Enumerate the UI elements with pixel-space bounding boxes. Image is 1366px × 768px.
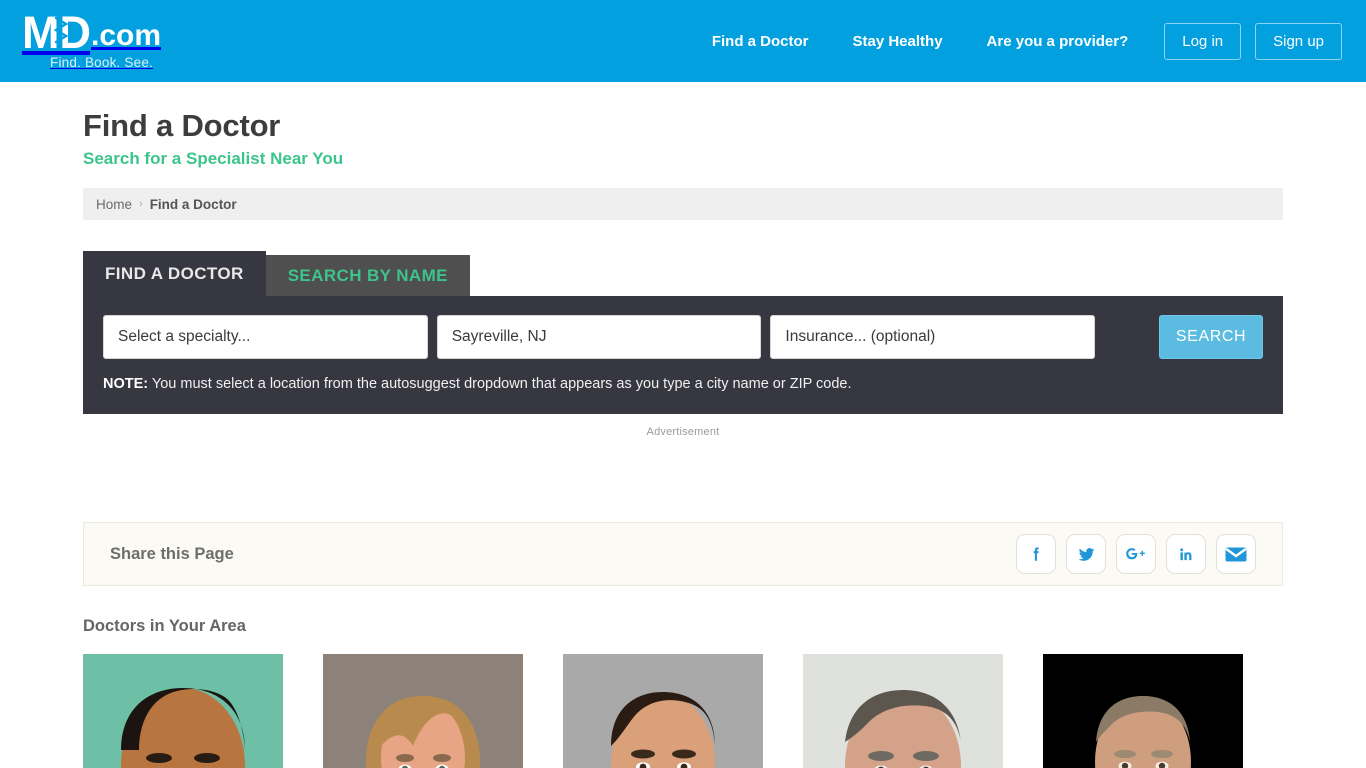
nav-find-a-doctor[interactable]: Find a Doctor bbox=[690, 25, 831, 58]
linkedin-icon bbox=[1179, 547, 1191, 560]
search-tabs: FIND A DOCTOR SEARCH BY NAME bbox=[83, 251, 1283, 296]
doctor-card-4[interactable] bbox=[803, 654, 1003, 768]
logo-wordmark: MD .com bbox=[22, 7, 162, 59]
breadcrumb-home[interactable]: Home bbox=[96, 197, 132, 212]
doctors-section-title: Doctors in Your Area bbox=[83, 617, 246, 635]
tab-search-by-name[interactable]: SEARCH BY NAME bbox=[265, 255, 470, 296]
site-logo[interactable]: MD .com Find. Book. See. bbox=[22, 7, 162, 71]
google-plus-icon bbox=[1126, 548, 1145, 560]
breadcrumb: Home › Find a Doctor bbox=[83, 188, 1283, 220]
tab-find-a-doctor[interactable]: FIND A DOCTOR bbox=[83, 251, 266, 296]
doctor-photo-1 bbox=[83, 654, 283, 768]
search-note: NOTE: You must select a location from th… bbox=[103, 376, 1263, 392]
page-subtitle: Search for a Specialist Near You bbox=[83, 149, 344, 168]
content-container: Find a Doctor Search for a Specialist Ne… bbox=[83, 82, 1283, 768]
search-button[interactable]: SEARCH bbox=[1159, 315, 1263, 359]
signup-button[interactable]: Sign up bbox=[1255, 22, 1342, 60]
search-fields-row: Select a specialty... Sayreville, NJ Ins… bbox=[103, 315, 1263, 359]
doctor-card-5[interactable] bbox=[1043, 654, 1243, 768]
nav-are-you-a-provider[interactable]: Are you a provider? bbox=[965, 25, 1151, 58]
insurance-input[interactable]: Insurance... (optional) bbox=[770, 315, 1096, 359]
caduceus-icon bbox=[54, 9, 68, 51]
search-note-label: NOTE: bbox=[103, 376, 149, 392]
doctor-card-2[interactable] bbox=[323, 654, 523, 768]
logo-com-text: .com bbox=[90, 19, 162, 53]
doctor-portrait-icon bbox=[83, 654, 283, 768]
facebook-icon bbox=[1033, 547, 1039, 561]
specialty-input[interactable]: Select a specialty... bbox=[103, 315, 428, 359]
logo-tagline: Find. Book. See. bbox=[50, 55, 154, 71]
breadcrumb-separator-icon: › bbox=[139, 198, 143, 210]
advertisement-slot: Advertisement bbox=[83, 426, 1283, 490]
doctor-photo-4 bbox=[803, 654, 1003, 768]
site-header: MD .com Find. Book. See. Find a Doctor S… bbox=[0, 0, 1366, 82]
share-this-page-box: Share this Page bbox=[83, 522, 1283, 586]
doctor-photo-3 bbox=[563, 654, 763, 768]
doctor-grid bbox=[83, 654, 1283, 768]
search-panel: Select a specialty... Sayreville, NJ Ins… bbox=[83, 296, 1283, 414]
nav-stay-healthy[interactable]: Stay Healthy bbox=[831, 25, 965, 58]
doctor-photo-2 bbox=[323, 654, 523, 768]
search-note-text: You must select a location from the auto… bbox=[148, 376, 852, 392]
doctor-search-widget: FIND A DOCTOR SEARCH BY NAME Select a sp… bbox=[83, 251, 1283, 414]
login-button[interactable]: Log in bbox=[1164, 22, 1242, 60]
doctor-portrait-icon bbox=[323, 654, 523, 768]
main-navigation: Find a Doctor Stay Healthy Are you a pro… bbox=[690, 22, 1342, 60]
doctor-portrait-icon bbox=[563, 654, 763, 768]
logo-md-text: MD bbox=[22, 7, 91, 59]
doctor-photo-5 bbox=[1043, 654, 1243, 768]
google-plus-share-button[interactable] bbox=[1116, 534, 1156, 574]
twitter-icon bbox=[1078, 547, 1094, 561]
email-icon bbox=[1225, 547, 1247, 561]
breadcrumb-current: Find a Doctor bbox=[149, 196, 237, 212]
doctor-portrait-icon bbox=[803, 654, 1003, 768]
twitter-share-button[interactable] bbox=[1066, 534, 1106, 574]
linkedin-share-button[interactable] bbox=[1166, 534, 1206, 574]
page-content: Find a Doctor Search for a Specialist Ne… bbox=[0, 82, 1366, 768]
doctor-card-3[interactable] bbox=[563, 654, 763, 768]
email-share-button[interactable] bbox=[1216, 534, 1256, 574]
share-label: Share this Page bbox=[110, 544, 234, 563]
doctor-portrait-icon bbox=[1043, 654, 1243, 768]
location-input[interactable]: Sayreville, NJ bbox=[436, 315, 762, 359]
facebook-share-button[interactable] bbox=[1016, 534, 1056, 574]
doctor-card-1[interactable] bbox=[83, 654, 283, 768]
page-title: Find a Doctor bbox=[83, 108, 281, 143]
share-icon-list bbox=[1016, 534, 1256, 574]
advertisement-label: Advertisement bbox=[646, 426, 720, 438]
